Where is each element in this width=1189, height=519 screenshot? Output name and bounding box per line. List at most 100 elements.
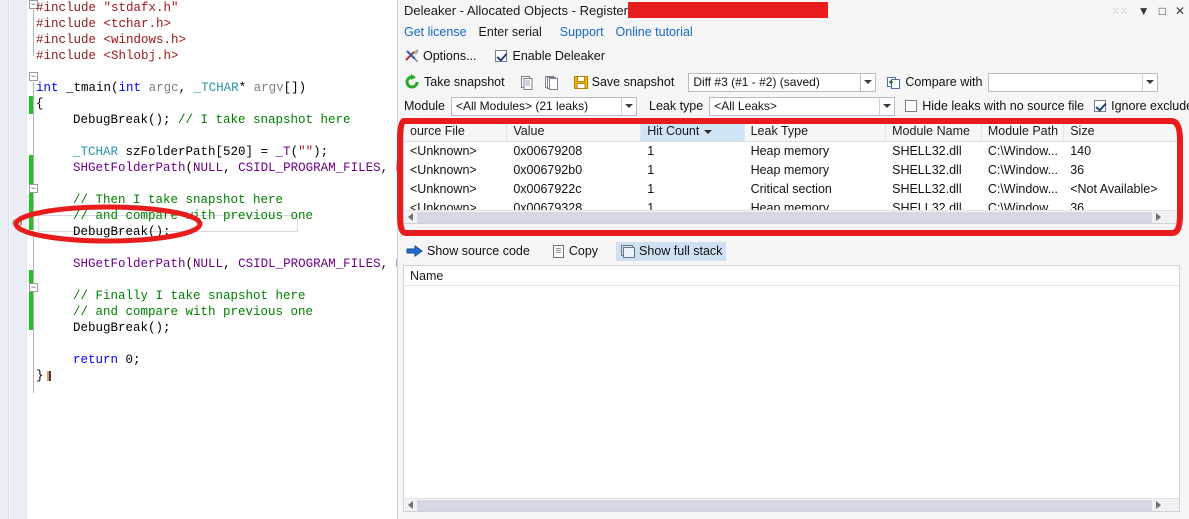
table-cell: C:\Window...: [987, 144, 1058, 158]
ignore-excluded-label: Ignore excluded modules: [1111, 99, 1189, 113]
table-cell: Heap memory: [750, 163, 830, 177]
editor-end-marker: [47, 371, 51, 381]
scroll-left-arrow[interactable]: [404, 211, 417, 224]
code-token: "": [298, 145, 314, 159]
save-snapshot-button[interactable]: Save snapshot: [573, 74, 674, 90]
window-close-button[interactable]: ✕: [1175, 5, 1185, 17]
grid-column-header-label: Module Path: [987, 124, 1059, 138]
table-cell: 1: [647, 182, 655, 196]
window-buttons[interactable]: ⁙⁙ ▼ □ ✕: [1112, 2, 1185, 20]
grid-column-header-label: Hit Count: [647, 124, 700, 138]
grid-action-bar: Show source code Copy Show full stack: [402, 240, 740, 262]
diff-combobox[interactable]: Diff #3 (#1 - #2) (saved): [688, 72, 861, 92]
code-line: #include <Shlobj.h>: [36, 48, 179, 64]
support-link[interactable]: Support: [560, 23, 604, 41]
code-token: #include: [36, 17, 104, 31]
table-cell: SHELL32.dll: [892, 144, 962, 158]
call-stack-name-header[interactable]: Name: [404, 266, 1179, 286]
compare-with-button[interactable]: Compare with: [886, 74, 982, 90]
table-row[interactable]: <Unknown> 0x0067922c 1 Critical section SHEL…: [404, 180, 1179, 199]
editor-text-area[interactable]: #include "stdafx.h" #include <tchar.h> #in…: [28, 0, 397, 519]
code-editor[interactable]: − − − − #include "stdafx.h" #include <tch…: [0, 0, 397, 519]
code-token: <windows.h>: [103, 33, 187, 47]
window-maximize-button[interactable]: □: [1159, 5, 1166, 17]
table-row[interactable]: <Unknown> 0x00679208 1 Heap memory SHELL32.d…: [404, 142, 1179, 161]
take-snapshot-label: Take snapshot: [424, 75, 505, 89]
code-token: return: [73, 353, 119, 367]
chevron-down-icon[interactable]: [621, 97, 636, 115]
paste-snapshot-icon[interactable]: [544, 74, 560, 90]
sort-descending-icon: [704, 129, 713, 134]
allocated-objects-grid[interactable]: ource File Value Hit Count Leak Type Module …: [403, 120, 1180, 224]
show-full-stack-label: Show full stack: [639, 244, 723, 258]
filter-bar: Module <All Modules> (21 leaks) Leak typ…: [404, 96, 1189, 116]
hide-no-source-checkbox[interactable]: [905, 100, 918, 112]
code-line: SHGetFolderPath(NULL, CSIDL_PROGRAM_FILE…: [73, 160, 397, 176]
grid-column-header-label: Size: [1070, 124, 1095, 138]
online-tutorial-link[interactable]: Online tutorial: [616, 23, 693, 41]
module-filter-combobox[interactable]: <All Modules> (21 leaks): [451, 96, 637, 116]
table-cell: <Not Available>: [1070, 182, 1158, 196]
grid-body[interactable]: <Unknown> 0x00679208 1 Heap memory SHELL32.d…: [404, 142, 1179, 218]
table-cell: 140: [1070, 144, 1092, 158]
get-license-link[interactable]: Get license: [404, 23, 467, 41]
grid-column-header[interactable]: Leak Type: [745, 121, 887, 141]
chevron-down-icon[interactable]: [879, 97, 895, 115]
call-stack-pane[interactable]: Name: [403, 265, 1180, 512]
grid-column-header[interactable]: Hit Count: [641, 121, 745, 141]
table-cell: SHELL32.dll: [892, 182, 962, 196]
stack-icon: [620, 244, 636, 259]
enter-serial-link[interactable]: Enter serial: [479, 23, 542, 41]
table-cell: Critical section: [750, 182, 832, 196]
editor-indicator-margin[interactable]: [10, 0, 27, 519]
code-line: SHGetFolderPath(NULL, CSIDL_PROGRAM_FILE…: [73, 256, 397, 272]
code-line: #include <windows.h>: [36, 32, 186, 48]
grid-horizontal-scrollbar[interactable]: [404, 210, 1179, 223]
ignore-excluded-checkbox[interactable]: [1094, 100, 1107, 112]
grid-header-row[interactable]: ource File Value Hit Count Leak Type Module …: [404, 121, 1179, 142]
leak-type-filter-value: <All Leaks>: [714, 99, 777, 113]
compare-with-combobox[interactable]: [988, 72, 1159, 92]
code-line: // Then I take snapshot here: [73, 192, 283, 208]
show-full-stack-button[interactable]: Show full stack: [616, 241, 727, 261]
code-token: (: [185, 161, 194, 175]
code-token: ,: [380, 161, 396, 175]
code-line: // and compare with previous one: [73, 208, 313, 224]
hide-no-source-label: Hide leaks with no source file: [922, 99, 1085, 113]
scroll-left-arrow[interactable]: [404, 499, 417, 512]
grid-column-header[interactable]: ource File: [404, 121, 508, 141]
grid-column-header[interactable]: Value: [507, 121, 642, 141]
copy-label: Copy: [568, 244, 599, 258]
code-token: DebugBreak();: [73, 321, 171, 335]
code-token: int: [118, 81, 142, 95]
module-filter-label: Module: [404, 99, 445, 113]
code-token: ,: [223, 257, 239, 271]
code-token: #include: [36, 49, 104, 63]
take-snapshot-button[interactable]: Take snapshot: [404, 74, 505, 90]
code-line: DebugBreak();: [73, 320, 171, 336]
scroll-thumb[interactable]: [417, 499, 1152, 511]
leak-type-filter-combobox[interactable]: <All Leaks>: [709, 96, 896, 116]
code-token: 0;: [118, 353, 141, 367]
chevron-down-icon[interactable]: [1142, 73, 1158, 91]
code-token: NULL: [193, 161, 224, 175]
grid-column-header[interactable]: Size: [1064, 121, 1179, 141]
code-line: DebugBreak(); // I take snapshot here: [73, 112, 351, 128]
scroll-right-arrow[interactable]: [1152, 211, 1165, 224]
grid-column-header[interactable]: Module Path: [982, 121, 1065, 141]
copy-button[interactable]: Copy: [548, 242, 602, 261]
grid-column-header[interactable]: Module Name: [886, 121, 982, 141]
scroll-right-arrow[interactable]: [1152, 499, 1165, 512]
show-source-code-button[interactable]: Show source code: [402, 242, 534, 260]
diff-combobox-arrow[interactable]: [860, 72, 877, 92]
call-stack-horizontal-scrollbar[interactable]: [404, 498, 1179, 511]
enable-deleaker-checkbox[interactable]: [494, 50, 507, 62]
scroll-thumb[interactable]: [417, 211, 1152, 223]
code-line: int _tmain(int argc, _TCHAR* argv[]): [36, 80, 306, 96]
window-menu-button[interactable]: ▼: [1138, 5, 1150, 17]
copy-snapshot-icon[interactable]: [519, 74, 535, 90]
table-row[interactable]: <Unknown> 0x006792b0 1 Heap memory SHELL32.d…: [404, 161, 1179, 180]
options-bar: Options... Enable Deleaker: [404, 46, 605, 66]
options-label[interactable]: Options...: [423, 49, 477, 63]
bookmark-icon[interactable]: [11, 216, 26, 231]
